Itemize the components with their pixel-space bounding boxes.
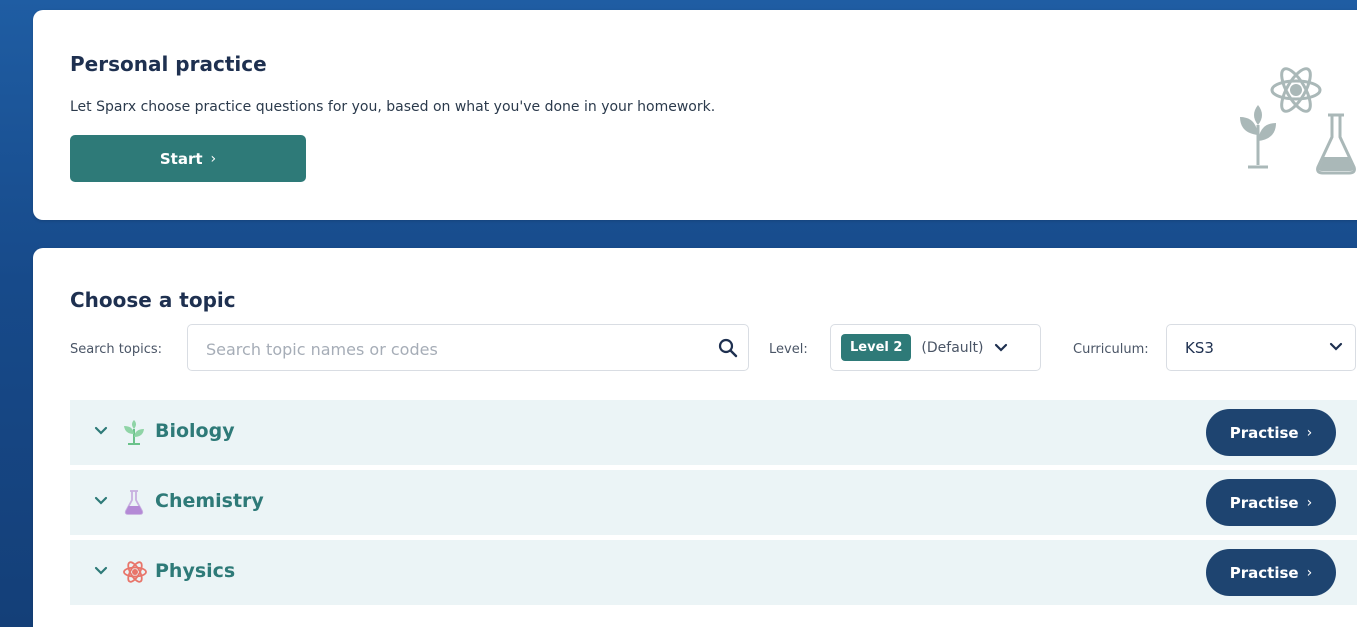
level-select[interactable]: Level 2 (Default): [830, 324, 1041, 371]
plant-icon: [124, 420, 144, 445]
search-box: [187, 324, 749, 371]
topic-name: Biology: [155, 420, 235, 442]
chevron-right-icon: ›: [1306, 424, 1313, 441]
level-badge: Level 2: [841, 334, 912, 361]
chevron-down-icon: [1329, 342, 1343, 351]
topic-row-physics[interactable]: Physics Practise ›: [70, 540, 1357, 605]
start-button[interactable]: Start ›: [70, 135, 306, 182]
practise-button-physics[interactable]: Practise ›: [1206, 549, 1336, 596]
topic-name: Chemistry: [155, 490, 264, 512]
chevron-down-icon[interactable]: [94, 496, 108, 506]
choose-topic-card: Choose a topic Search topics: Level: Lev…: [33, 248, 1357, 627]
curriculum-label: Curriculum:: [1073, 342, 1149, 357]
start-button-label: Start: [159, 149, 203, 168]
practise-button-label: Practise: [1229, 493, 1299, 512]
search-icon[interactable]: [718, 338, 738, 358]
personal-practice-title: Personal practice: [70, 52, 267, 76]
atom-icon: [123, 561, 147, 583]
topic-name: Physics: [155, 560, 236, 582]
chevron-down-icon: [994, 343, 1007, 352]
personal-practice-description: Let Sparx choose practice questions for …: [70, 99, 716, 115]
search-topics-label: Search topics:: [70, 342, 163, 357]
chevron-down-icon[interactable]: [94, 426, 108, 436]
flask-icon: [124, 490, 144, 515]
level-default-text: (Default): [921, 339, 984, 356]
search-input[interactable]: [206, 337, 706, 361]
level-label: Level:: [769, 342, 808, 357]
practise-button-chemistry[interactable]: Practise ›: [1206, 479, 1336, 526]
practise-button-label: Practise: [1229, 563, 1299, 582]
choose-topic-title: Choose a topic: [70, 288, 236, 312]
topic-row-chemistry[interactable]: Chemistry Practise ›: [70, 470, 1357, 535]
chevron-right-icon: ›: [1306, 494, 1313, 511]
curriculum-select[interactable]: KS3: [1166, 324, 1356, 371]
practise-button-label: Practise: [1229, 423, 1299, 442]
practise-button-biology[interactable]: Practise ›: [1206, 409, 1336, 456]
chevron-right-icon: ›: [1306, 564, 1313, 581]
topic-row-biology[interactable]: Biology Practise ›: [70, 400, 1357, 465]
chevron-right-icon: ›: [210, 150, 217, 167]
curriculum-value: KS3: [1185, 339, 1214, 357]
chevron-down-icon[interactable]: [94, 566, 108, 576]
science-illustration-icon: [1240, 67, 1356, 175]
personal-practice-card: Personal practice Let Sparx choose pract…: [33, 10, 1357, 220]
